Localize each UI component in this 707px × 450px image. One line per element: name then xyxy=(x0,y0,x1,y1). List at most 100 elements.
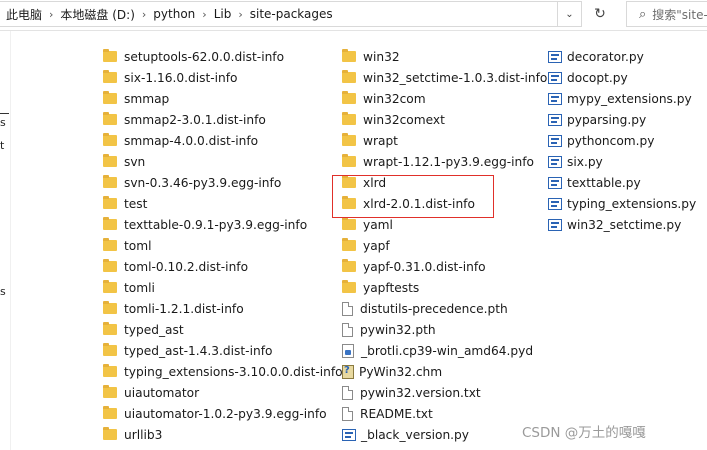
file-list-item[interactable]: pyparsing.py xyxy=(548,109,646,130)
file-list-item[interactable]: uiautomator-1.0.2-py3.9.egg-info xyxy=(103,403,327,424)
refresh-icon: ↻ xyxy=(594,6,606,22)
file-name: texttable.py xyxy=(567,175,641,190)
breadcrumb-this-pc[interactable]: 此电脑 xyxy=(6,6,42,23)
file-list-item[interactable]: toml-0.10.2.dist-info xyxy=(103,256,248,277)
breadcrumb-drive-d[interactable]: 本地磁盘 (D:) xyxy=(60,6,134,23)
file-name: six.py xyxy=(567,154,603,169)
file-name: urllib3 xyxy=(124,427,163,442)
file-list-item[interactable]: toml xyxy=(103,235,152,256)
file-list-item[interactable]: six-1.16.0.dist-info xyxy=(103,67,238,88)
file-name: yapftests xyxy=(363,280,420,295)
file-name: mypy_extensions.py xyxy=(567,91,692,106)
file-list-item[interactable]: tomli-1.2.1.dist-info xyxy=(103,298,244,319)
file-list-item[interactable]: PyWin32.chm xyxy=(342,361,442,382)
text-file-icon xyxy=(342,406,353,421)
folder-icon xyxy=(103,91,117,104)
python-file-icon xyxy=(548,50,562,63)
file-list-item[interactable]: wrapt xyxy=(342,130,398,151)
file-list-item[interactable]: typed_ast xyxy=(103,319,184,340)
file-list-item[interactable]: svn xyxy=(103,151,145,172)
file-list-item[interactable]: README.txt xyxy=(342,403,433,424)
file-list-item[interactable]: urllib3 xyxy=(103,424,162,445)
file-name: yapf xyxy=(363,238,390,253)
breadcrumb-python[interactable]: python xyxy=(153,7,195,21)
search-placeholder: 搜索"site-packages" xyxy=(652,7,707,22)
file-list-item[interactable]: yapf xyxy=(342,235,390,256)
folder-icon xyxy=(342,238,356,251)
file-list-item[interactable]: texttable.py xyxy=(548,172,641,193)
file-list-item[interactable]: smmap2-3.0.1.dist-info xyxy=(103,109,266,130)
file-list-item[interactable]: yapftests xyxy=(342,277,419,298)
file-name: win32com xyxy=(363,91,426,106)
file-list-item[interactable]: svn-0.3.46-py3.9.egg-info xyxy=(103,172,281,193)
folder-icon xyxy=(103,406,117,419)
folder-icon xyxy=(103,343,117,356)
file-name: typing_extensions-3.10.0.0.dist-info xyxy=(124,364,343,379)
file-name: uiautomator xyxy=(124,385,200,400)
folder-icon xyxy=(342,259,356,272)
file-list-item[interactable]: six.py xyxy=(548,151,603,172)
file-name: pywin32.pth xyxy=(360,322,436,337)
breadcrumb-separator-icon[interactable]: › xyxy=(142,8,146,21)
navigation-pane[interactable]: s t s xyxy=(0,31,11,450)
python-file-icon xyxy=(548,176,562,189)
file-name: tomli xyxy=(124,280,155,295)
breadcrumb[interactable]: 此电脑 › 本地磁盘 (D:) › python › Lib › site-pa… xyxy=(0,1,558,27)
file-list-item[interactable]: tomli xyxy=(103,277,155,298)
file-name: tomli-1.2.1.dist-info xyxy=(124,301,244,316)
file-list-item[interactable]: setuptools-62.0.0.dist-info xyxy=(103,46,284,67)
file-name: wrapt xyxy=(363,133,398,148)
file-name: toml-0.10.2.dist-info xyxy=(124,259,249,274)
file-list-item[interactable]: test xyxy=(103,193,147,214)
nav-item-fragment[interactable]: s xyxy=(0,116,6,129)
breadcrumb-separator-icon[interactable]: › xyxy=(238,8,242,21)
file-list-item[interactable]: win32 xyxy=(342,46,400,67)
breadcrumb-site-packages[interactable]: site-packages xyxy=(250,7,333,21)
nav-item-fragment[interactable]: s xyxy=(0,285,6,298)
file-list-item[interactable]: typing_extensions-3.10.0.0.dist-info xyxy=(103,361,343,382)
file-list-item[interactable]: smmap xyxy=(103,88,169,109)
file-list-item[interactable]: wrapt-1.12.1-py3.9.egg-info xyxy=(342,151,534,172)
file-name: smmap2-3.0.1.dist-info xyxy=(124,112,266,127)
file-name: test xyxy=(124,196,148,211)
file-name: PyWin32.chm xyxy=(359,364,443,379)
folder-icon xyxy=(342,49,356,62)
file-list-item[interactable]: distutils-precedence.pth xyxy=(342,298,508,319)
file-name: _black_version.py xyxy=(361,427,469,442)
file-list-item[interactable]: docopt.py xyxy=(548,67,628,88)
file-list-item[interactable]: decorator.py xyxy=(548,46,644,67)
breadcrumb-lib[interactable]: Lib xyxy=(214,7,232,21)
file-list-item[interactable]: uiautomator xyxy=(103,382,199,403)
address-dropdown-button[interactable]: ⌄ xyxy=(558,1,582,27)
file-list-item[interactable]: smmap-4.0.0.dist-info xyxy=(103,130,258,151)
file-list-item[interactable]: win32_setctime.py xyxy=(548,214,681,235)
file-list-item[interactable]: win32comext xyxy=(342,109,445,130)
nav-divider xyxy=(0,113,9,114)
file-list-item[interactable]: typed_ast-1.4.3.dist-info xyxy=(103,340,272,361)
breadcrumb-separator-icon[interactable]: › xyxy=(49,8,53,21)
file-list-item[interactable]: win32_setctime-1.0.3.dist-info xyxy=(342,67,547,88)
refresh-button[interactable]: ↻ xyxy=(588,1,612,27)
file-list-item[interactable]: typing_extensions.py xyxy=(548,193,696,214)
file-name: yapf-0.31.0.dist-info xyxy=(363,259,486,274)
file-list-item[interactable]: pywin32.pth xyxy=(342,319,436,340)
file-name: typed_ast xyxy=(124,322,184,337)
address-bar: 此电脑 › 本地磁盘 (D:) › python › Lib › site-pa… xyxy=(0,0,707,31)
python-file-icon xyxy=(548,197,562,210)
file-list-item[interactable]: pythoncom.py xyxy=(548,130,655,151)
file-list-item[interactable]: pywin32.version.txt xyxy=(342,382,481,403)
file-list-item[interactable]: _brotli.cp39-win_amd64.pyd xyxy=(342,340,533,361)
nav-item-fragment[interactable]: t xyxy=(0,139,4,152)
file-list-item[interactable]: win32com xyxy=(342,88,426,109)
file-list-item[interactable]: texttable-0.9.1-py3.9.egg-info xyxy=(103,214,307,235)
file-name: pythoncom.py xyxy=(567,133,655,148)
search-input[interactable]: ⌕ 搜索"site-packages" xyxy=(626,1,707,27)
breadcrumb-separator-icon[interactable]: › xyxy=(202,8,206,21)
file-list-item[interactable]: mypy_extensions.py xyxy=(548,88,692,109)
folder-icon xyxy=(103,112,117,125)
file-list-item[interactable]: _black_version.py xyxy=(342,424,469,445)
file-name: _brotli.cp39-win_amd64.pyd xyxy=(361,343,534,358)
file-list-item[interactable]: yapf-0.31.0.dist-info xyxy=(342,256,486,277)
file-name: README.txt xyxy=(360,406,433,421)
file-name: svn-0.3.46-py3.9.egg-info xyxy=(124,175,282,190)
